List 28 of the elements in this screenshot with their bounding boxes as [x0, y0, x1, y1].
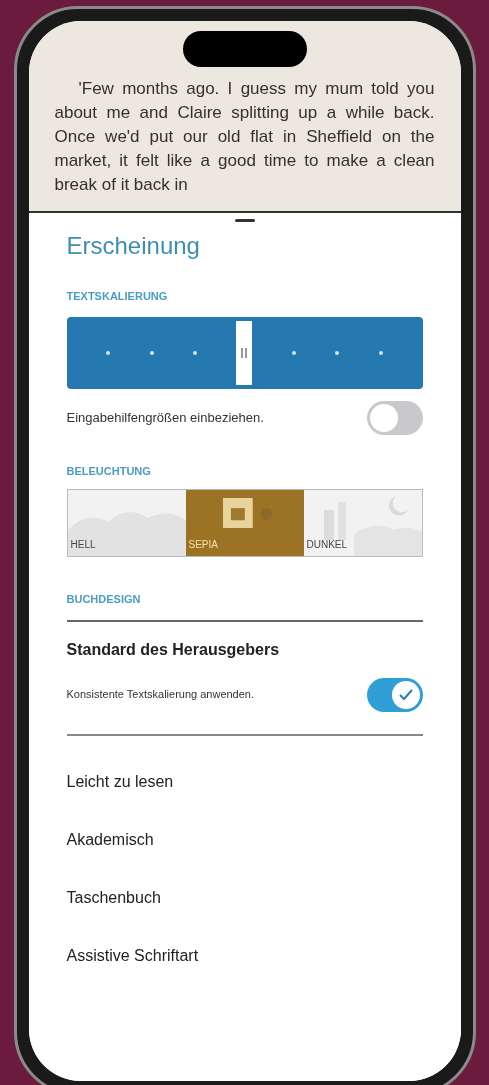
toggle-switch[interactable] — [366, 677, 423, 712]
sheet-title: Erscheinung — [66, 231, 201, 261]
book-design-option[interactable]: Standard des Herausgebers — [66, 637, 423, 662]
sheet-handle[interactable] — [234, 219, 255, 222]
lighting-option[interactable]: HELL — [67, 490, 186, 556]
slider-tick — [335, 350, 340, 355]
book-text: 'Few months ago. I guess my mum told you about me and Claire splitting up a while back. Once we'd put our old flat in Sheffield on the market, it felt like a good time to make a clean break of it back in — [54, 78, 435, 196]
slider-tick — [149, 350, 154, 355]
book-design-option[interactable]: Assistive Schriftart — [66, 943, 423, 968]
section-heading: BUCHDESIGN — [66, 592, 142, 607]
slider-thumb[interactable] — [236, 320, 253, 385]
lighting-option[interactable]: DUNKEL — [303, 490, 422, 556]
slider-tick — [378, 350, 383, 355]
grip-icon — [241, 347, 248, 358]
checkmark-icon — [398, 688, 413, 701]
consistent-scaling-label: Konsistente Textskalierung anwenden. — [66, 687, 255, 703]
text-scale-slider[interactable] — [66, 316, 423, 389]
slider-tick — [291, 350, 296, 355]
book-design-option[interactable]: Taschenbuch — [66, 885, 423, 910]
accessibility-sizes-label: Eingabehilfengrößen einbeziehen. — [66, 408, 264, 427]
fireplace-drawing — [223, 497, 273, 529]
book-design-option[interactable]: Leicht zu lesen — [66, 769, 423, 794]
book-design-option[interactable]: Akademisch — [66, 827, 423, 852]
toggle-switch[interactable] — [366, 400, 423, 435]
slider-tick — [193, 350, 198, 355]
slider-tick — [106, 350, 111, 355]
section-heading: TEXTSKALIERUNG — [66, 289, 169, 304]
section-heading: BELEUCHTUNG — [66, 463, 152, 479]
